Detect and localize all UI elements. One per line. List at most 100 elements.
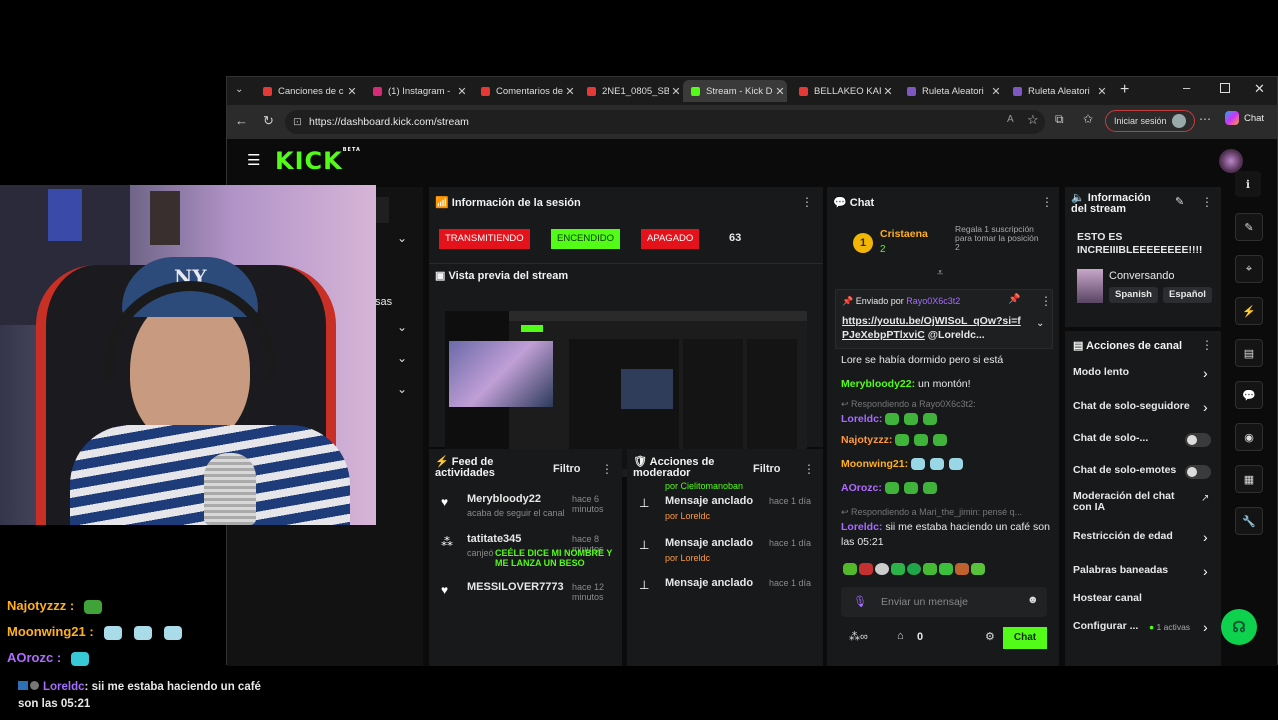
chat-message[interactable]: ↩ Respondiendo a Mari_the_jimin: pensé q… (841, 505, 1051, 550)
chat-message[interactable]: Moonwing21: (841, 457, 1051, 472)
emote-icon[interactable] (923, 563, 937, 576)
chat-user[interactable]: Najotyzzz: (841, 434, 892, 446)
edit-stream-icon[interactable]: ✎ (1175, 195, 1184, 208)
emote-icon[interactable] (971, 563, 985, 576)
feed-menu-icon[interactable]: ⋮ (601, 462, 613, 476)
chat-user[interactable]: Loreldc: (841, 521, 882, 533)
tab[interactable]: Stream - Kick D ✕ (683, 80, 787, 102)
url-field[interactable]: ⊡ https://dashboard.kick.com/stream (285, 110, 1045, 134)
channel-action[interactable]: Chat de solo-seguidore › (1065, 399, 1221, 427)
chat-user[interactable]: Moonwing21: (841, 458, 908, 470)
tab-list-chevron-icon[interactable]: ⌄ (235, 84, 243, 95)
document-icon[interactable]: ▤ (1235, 339, 1263, 367)
chat-message[interactable]: Najotyzzz: (841, 433, 1051, 448)
chat-bubble-icon[interactable]: 💬 (1235, 381, 1263, 409)
tab[interactable]: Canciones de c ✕ (255, 80, 359, 102)
emote-icon[interactable] (891, 563, 905, 576)
unpin-icon[interactable]: 📌 (1008, 294, 1020, 305)
focus-icon[interactable]: ⌖ (1235, 255, 1263, 283)
sidebar-expand-icon[interactable]: ⌄ (397, 231, 407, 245)
chat-user[interactable]: Loreldc: (841, 413, 882, 425)
chat-menu-icon[interactable]: ⋮ (1041, 195, 1053, 209)
expand-pinned-icon[interactable]: ⌄ (1036, 318, 1044, 329)
sidebar-expand-icon[interactable]: ⌄ (397, 351, 407, 365)
feed-filter-button[interactable]: Filtro (553, 463, 581, 475)
back-icon[interactable]: ← (235, 113, 248, 128)
mic-icon[interactable]: 🎙 (853, 595, 867, 608)
new-tab-button[interactable]: + (1120, 81, 1129, 99)
restore-button[interactable] (1220, 83, 1230, 93)
sidebar-expand-icon[interactable]: ⌄ (397, 382, 407, 396)
channel-action[interactable]: Chat de solo-emotes (1065, 465, 1221, 491)
tab[interactable]: (1) Instagram - ✕ (365, 80, 469, 102)
sidebar-expand-icon[interactable]: ⌄ (397, 320, 407, 334)
emoji-icon[interactable]: ☻ (1027, 594, 1039, 606)
chat-message[interactable]: Lore se había dormido pero si está (841, 353, 1051, 368)
tab-close-icon[interactable]: ✕ (881, 85, 895, 98)
store-icon[interactable]: ⌂ (897, 630, 904, 642)
reload-icon[interactable]: ↻ (263, 113, 274, 129)
copilot-chat-button[interactable]: Chat (1225, 111, 1264, 125)
info-icon[interactable]: ℹ (1235, 171, 1261, 197)
chat-settings-icon[interactable]: ⚙ (985, 630, 995, 643)
broadcast-icon[interactable]: ◉ (1235, 423, 1263, 451)
tab-close-icon[interactable]: ✕ (1095, 85, 1109, 98)
profile-avatar[interactable] (1219, 149, 1243, 173)
tab[interactable]: Comentarios de ✕ (473, 80, 577, 102)
tab-close-icon[interactable]: ✕ (563, 85, 577, 98)
emote-icon[interactable] (955, 563, 969, 576)
chat-input[interactable]: 🎙 Enviar un mensaje ☻ (841, 587, 1047, 617)
channel-action[interactable]: Configurar ... ● 1 activas › (1065, 619, 1221, 647)
emote-icon[interactable] (859, 563, 873, 576)
favorites-bar-icon[interactable]: ✩ (1083, 112, 1093, 126)
streaminfo-menu-icon[interactable]: ⋮ (1201, 195, 1213, 209)
minimize-button[interactable]: – (1183, 80, 1190, 95)
channel-action[interactable]: Restricción de edad › (1065, 529, 1221, 557)
tab[interactable]: Ruleta Aleatori ✕ (899, 80, 1003, 102)
tab[interactable]: Ruleta Aleatori ✕ (1005, 80, 1109, 102)
emote-icon[interactable] (907, 563, 921, 576)
channel-action[interactable]: Moderación del chat con IA ↗ (1065, 491, 1221, 517)
chat-message[interactable]: AOrozc: (841, 481, 1051, 496)
toggle-switch[interactable] (1185, 433, 1211, 447)
modactions-filter-button[interactable]: Filtro (753, 463, 781, 475)
tab-close-icon[interactable]: ✕ (455, 85, 469, 98)
scroll-to-bottom-icon[interactable]: ⩡ (937, 267, 943, 280)
toggle-switch[interactable] (1185, 465, 1211, 479)
wrench-icon[interactable]: 🔧 (1235, 507, 1263, 535)
extensions-icon[interactable]: ⧉ (1055, 112, 1064, 127)
edit-icon[interactable]: ✎ (1235, 213, 1263, 241)
tab-close-icon[interactable]: ✕ (345, 85, 359, 98)
menu-icon[interactable]: ☰ (247, 151, 260, 169)
actions-menu-icon[interactable]: ⋮ (1201, 338, 1213, 352)
favorite-icon[interactable]: ☆ (1027, 112, 1039, 128)
tab-close-icon[interactable]: ✕ (669, 85, 683, 98)
channel-action[interactable]: Hostear canal (1065, 593, 1221, 619)
tab-close-icon[interactable]: ✕ (989, 85, 1003, 98)
channel-action[interactable]: Modo lento › (1065, 365, 1221, 393)
support-chat-button[interactable]: ☊ (1221, 609, 1257, 645)
signin-button[interactable]: Iniciar sesión (1105, 110, 1195, 132)
points-icon[interactable]: ⁂∞ (849, 630, 868, 643)
session-menu-icon[interactable]: ⋮ (801, 195, 813, 209)
read-aloud-icon[interactable]: A (1007, 114, 1014, 125)
pinned-menu-icon[interactable]: ⋮ (1040, 294, 1052, 308)
channel-action[interactable]: Chat de solo-... (1065, 433, 1221, 459)
lightning-icon[interactable]: ⚡ (1235, 297, 1263, 325)
tab[interactable]: 2NE1_0805_SBS✕ (579, 80, 683, 102)
chat-user[interactable]: AOrozc: (841, 482, 882, 494)
tab[interactable]: BELLAKEO KAR ✕ (791, 80, 895, 102)
emote-icon[interactable] (939, 563, 953, 576)
emote-icon[interactable] (875, 563, 889, 576)
chat-send-button[interactable]: Chat (1003, 627, 1047, 649)
tab-close-icon[interactable]: ✕ (773, 85, 787, 98)
chat-message[interactable]: ↩ Respondiendo a Rayo0X6c3t2: Loreldc: (841, 397, 1051, 427)
channel-action[interactable]: Palabras baneadas › (1065, 563, 1221, 591)
chat-message[interactable]: Merybloody22: un montón! (841, 377, 1051, 392)
close-window-button[interactable]: ✕ (1254, 81, 1265, 97)
chat-user[interactable]: Merybloody22: (841, 378, 915, 390)
emote-icon[interactable] (843, 563, 857, 576)
kick-logo[interactable]: KICKBETA (275, 147, 361, 175)
layout-icon[interactable]: ▦ (1235, 465, 1263, 493)
modactions-menu-icon[interactable]: ⋮ (803, 462, 815, 476)
